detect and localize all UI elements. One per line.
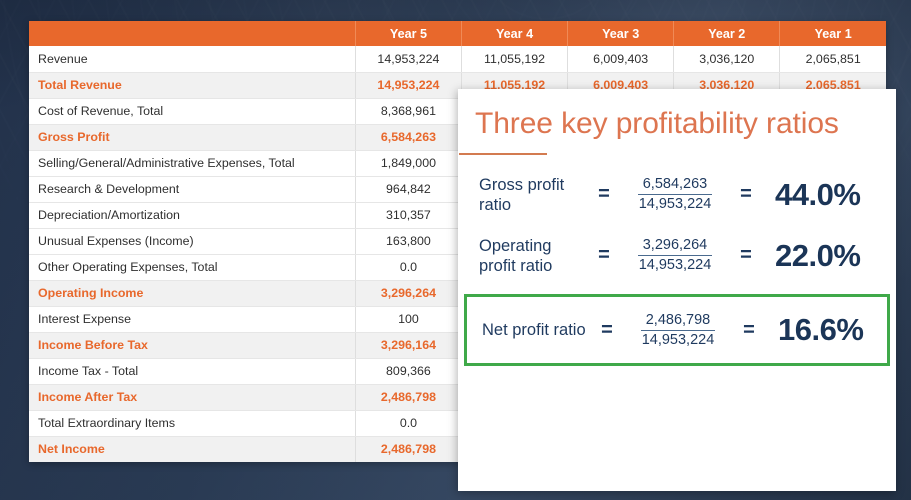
row-label: Income Tax - Total — [29, 358, 356, 385]
ratio-fraction: 3,296,264 14,953,224 — [621, 236, 729, 275]
row-label: Net Income — [29, 436, 356, 462]
column-header-year-2[interactable]: Year 2 — [673, 21, 781, 46]
row-label: Operating Income — [29, 280, 356, 307]
row-value: 0.0 — [355, 410, 462, 437]
ratio-row: Gross profit ratio = 6,584,263 14,953,224 = 4… — [458, 164, 896, 225]
ratio-name: Gross profit ratio — [479, 175, 565, 214]
row-value: 310,357 — [355, 202, 462, 229]
profitability-ratios-panel: Three key profitability ratios Gross pro… — [458, 89, 896, 491]
ratio-row: Operating profit ratio = 3,296,264 14,953,2… — [458, 225, 896, 286]
fraction-numerator: 2,486,798 — [640, 311, 716, 331]
row-value: 11,055,192 — [461, 46, 569, 73]
ratio-result: 16.6% — [778, 312, 864, 347]
row-value: 2,486,798 — [355, 384, 462, 411]
row-label: Total Extraordinary Items — [29, 410, 356, 437]
row-value: 0.0 — [355, 254, 462, 281]
row-value: 1,849,000 — [355, 150, 462, 177]
ratio-fraction: 2,486,798 14,953,224 — [624, 311, 732, 350]
row-value: 6,009,403 — [567, 46, 675, 73]
ratio-name: Operating profit ratio — [479, 236, 553, 275]
column-header-year-4[interactable]: Year 4 — [461, 21, 569, 46]
equals-sign-right: = — [743, 318, 755, 341]
row-label: Total Revenue — [29, 72, 356, 99]
equals-sign-left: = — [601, 318, 613, 341]
row-label: Interest Expense — [29, 306, 356, 333]
column-header-year-3[interactable]: Year 3 — [567, 21, 675, 46]
column-header-year-1[interactable]: Year 1 — [779, 21, 886, 46]
fraction-numerator: 6,584,263 — [637, 175, 713, 195]
row-label: Depreciation/Amortization — [29, 202, 356, 229]
panel-title-underline — [459, 153, 547, 155]
column-header-year-5[interactable]: Year 5 — [355, 21, 462, 46]
row-value: 3,036,120 — [673, 46, 781, 73]
row-value: 163,800 — [355, 228, 462, 255]
panel-title: Three key profitability ratios — [475, 107, 839, 140]
fraction-numerator: 3,296,264 — [637, 236, 713, 256]
row-label: Research & Development — [29, 176, 356, 203]
row-value: 2,065,851 — [779, 46, 886, 73]
row-value: 8,368,961 — [355, 98, 462, 125]
fraction-denominator: 14,953,224 — [638, 257, 712, 273]
row-label: Other Operating Expenses, Total — [29, 254, 356, 281]
row-label: Cost of Revenue, Total — [29, 98, 356, 125]
row-value: 3,296,164 — [355, 332, 462, 359]
row-value: 6,584,263 — [355, 124, 462, 151]
ratio-result: 44.0% — [775, 176, 861, 212]
ratio-list: Gross profit ratio = 6,584,263 14,953,224 = 4… — [458, 164, 896, 366]
ratio-result: 22.0% — [775, 237, 861, 273]
table-header-row: Year 5 Year 4 Year 3 Year 2 Year 1 — [29, 21, 886, 46]
equals-sign-left: = — [598, 244, 610, 266]
row-value: 3,296,264 — [355, 280, 462, 307]
equals-sign-left: = — [598, 183, 610, 205]
row-label: Revenue — [29, 46, 356, 73]
fraction-denominator: 14,953,224 — [641, 331, 715, 348]
ratio-fraction: 6,584,263 14,953,224 — [621, 175, 729, 214]
row-label: Selling/General/Administrative Expenses,… — [29, 150, 356, 177]
row-label: Income Before Tax — [29, 332, 356, 359]
row-value: 809,366 — [355, 358, 462, 385]
row-label: Gross Profit — [29, 124, 356, 151]
row-label: Income After Tax — [29, 384, 356, 411]
row-label: Unusual Expenses (Income) — [29, 228, 356, 255]
row-value: 14,953,224 — [355, 72, 462, 99]
row-value: 14,953,224 — [355, 46, 462, 73]
ratio-row: Net profit ratio = 2,486,798 14,953,224 = 16.… — [464, 294, 890, 366]
table-row: Revenue 14,953,224 11,055,192 6,009,403 3,03… — [29, 46, 886, 73]
equals-sign-right: = — [740, 183, 752, 205]
equals-sign-right: = — [740, 244, 752, 266]
column-header-label[interactable] — [29, 21, 356, 46]
row-value: 2,486,798 — [355, 436, 462, 462]
fraction-denominator: 14,953,224 — [638, 196, 712, 212]
row-value: 100 — [355, 306, 462, 333]
row-value: 964,842 — [355, 176, 462, 203]
ratio-name: Net profit ratio — [482, 321, 586, 339]
